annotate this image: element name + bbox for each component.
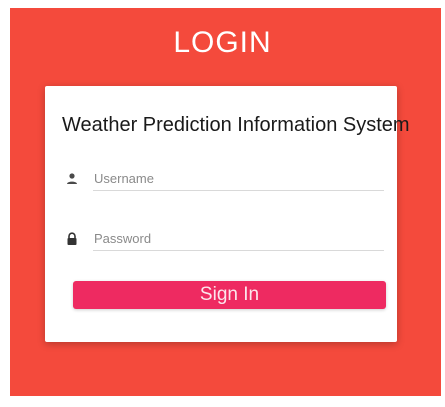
username-field-row: [63, 166, 387, 192]
lock-icon: [67, 232, 77, 245]
password-input[interactable]: [93, 226, 384, 251]
sign-in-button[interactable]: Sign In: [73, 281, 386, 309]
form-title: Weather Prediction Information System: [62, 114, 410, 136]
login-card: Weather Prediction Information System Si…: [45, 86, 410, 342]
username-input[interactable]: [93, 166, 384, 191]
person-icon: [67, 173, 77, 184]
password-field-row: [63, 226, 387, 252]
page-heading: LOGIN: [173, 26, 272, 59]
